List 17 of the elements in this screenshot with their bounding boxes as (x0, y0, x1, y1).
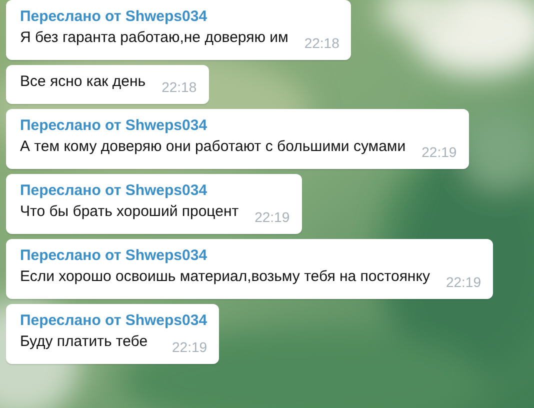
message-time: 22:19 (422, 143, 457, 162)
message-text: Я без гаранта работаю,не доверяю им (20, 29, 288, 46)
forwarded-from: Переслано от Shweps034 (20, 181, 208, 201)
message-time: 22:19 (254, 208, 290, 227)
message-text: А тем кому доверяю они работают с большими сумами (20, 138, 406, 155)
message-time: 22:18 (162, 78, 197, 97)
forwarded-from: Переслано от Shweps034 (20, 7, 208, 27)
forwarded-from: Переслано от Shweps034 (20, 116, 208, 136)
message-time: 22:18 (304, 34, 340, 53)
message-text: Что бы брать хороший процент (20, 203, 239, 220)
message-time: 22:19 (172, 338, 208, 357)
message-time: 22:19 (446, 273, 481, 292)
forwarded-from: Переслано от Shweps034 (20, 246, 208, 266)
message-text: Если хорошо освоишь материал,возьму тебя на постоянку (20, 268, 430, 285)
message-text: Все ясно как день (20, 73, 146, 90)
forwarded-from: Переслано от Shweps034 (20, 311, 208, 331)
message-text: Буду платить тебе (20, 333, 148, 350)
